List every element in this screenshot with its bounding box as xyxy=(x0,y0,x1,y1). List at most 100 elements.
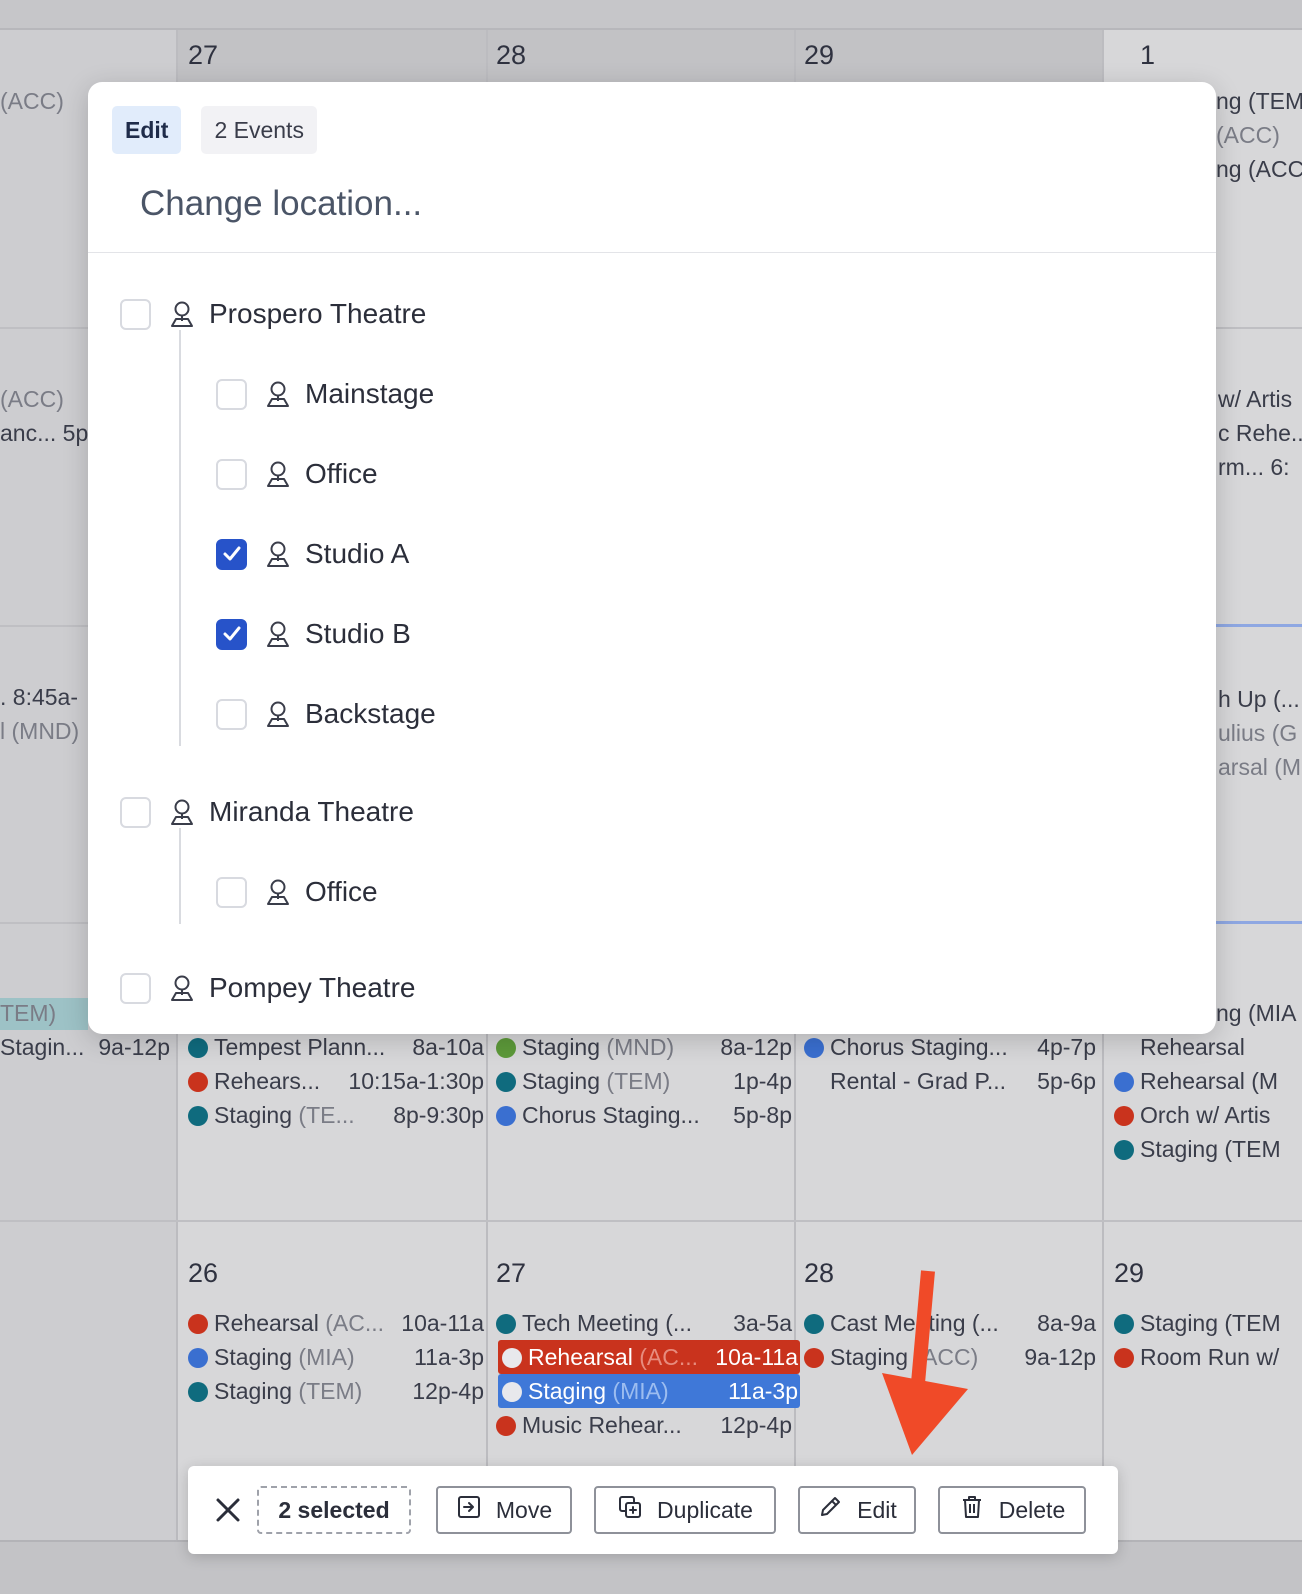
calendar-event[interactable]: Rehearsal (AC... 10a-11a xyxy=(188,1306,486,1340)
selected-event[interactable]: Staging (MIA) 11a-3p xyxy=(498,1374,800,1408)
calendar-event[interactable]: Room Run w/ xyxy=(1114,1340,1302,1374)
event-color-dot xyxy=(188,1072,208,1092)
day-number[interactable]: 28 xyxy=(804,1258,834,1289)
event-color-dot xyxy=(188,1314,208,1334)
day-number[interactable]: 29 xyxy=(1114,1258,1144,1289)
calendar-event[interactable]: (ACC) xyxy=(0,382,90,416)
move-button[interactable]: Move xyxy=(436,1486,572,1534)
calendar-event[interactable]: TEM) xyxy=(0,996,88,1030)
event-color-dot xyxy=(496,1314,516,1334)
event-color-dot xyxy=(502,1348,522,1368)
event-color-dot xyxy=(496,1072,516,1092)
location-checkbox[interactable] xyxy=(216,698,247,730)
current-time-line xyxy=(1212,624,1302,627)
location-pin-icon xyxy=(263,877,293,907)
calendar-event[interactable]: w/ Artis xyxy=(1218,382,1302,416)
calendar-event[interactable]: (ACC) xyxy=(1216,118,1302,152)
calendar-event[interactable]: Staging (TEM xyxy=(1114,1306,1302,1340)
event-color-dot xyxy=(188,1106,208,1126)
calendar-event[interactable]: ng (MIA xyxy=(1216,996,1302,1030)
location-label: Prospero Theatre xyxy=(209,298,427,329)
location-option[interactable]: Studio A xyxy=(216,534,409,574)
calendar-event[interactable]: Staging (MND) 8a-12p xyxy=(496,1030,794,1064)
location-option[interactable]: Pompey Theatre xyxy=(120,968,416,1008)
calendar-event[interactable]: Music Rehear... 12p-4p xyxy=(496,1408,794,1442)
pencil-icon xyxy=(817,1494,843,1526)
event-color-dot xyxy=(188,1382,208,1402)
duplicate-icon xyxy=(617,1494,643,1526)
location-option[interactable]: Miranda Theatre xyxy=(120,792,414,832)
calendar-event[interactable]: Orch w/ Artis xyxy=(1114,1098,1302,1132)
event-color-dot xyxy=(496,1416,516,1436)
location-label: Office xyxy=(305,458,378,489)
calendar-event[interactable]: Staging (MIA) 11a-3p xyxy=(188,1340,486,1374)
calendar-event[interactable]: Rehearsal xyxy=(1140,1030,1302,1064)
calendar-event[interactable]: ng (TEM xyxy=(1216,84,1302,118)
event-color-dot xyxy=(1114,1348,1134,1368)
location-option[interactable]: Office xyxy=(216,454,378,494)
close-icon[interactable] xyxy=(206,1488,250,1532)
delete-button[interactable]: Delete xyxy=(938,1486,1086,1534)
event-color-dot xyxy=(804,1038,824,1058)
location-checkbox[interactable] xyxy=(216,378,247,410)
calendar-event[interactable]: anc... 5p xyxy=(0,416,90,450)
calendar-header-bar xyxy=(0,0,1302,30)
day-number[interactable]: 29 xyxy=(804,40,834,71)
calendar-event[interactable]: Chorus Staging... 5p-8p xyxy=(496,1098,794,1132)
calendar-event[interactable]: l (MND) xyxy=(0,714,90,748)
calendar-event[interactable]: c Rehe... xyxy=(1218,416,1302,450)
tab-events[interactable]: 2 Events xyxy=(201,106,317,154)
location-checkbox[interactable] xyxy=(120,972,151,1004)
calendar-event[interactable]: Staging (TEM) 1p-4p xyxy=(496,1064,794,1098)
location-checkbox[interactable] xyxy=(216,618,247,650)
location-label: Studio A xyxy=(305,538,410,569)
day-number[interactable]: 26 xyxy=(188,1258,218,1289)
location-checkbox[interactable] xyxy=(216,538,247,570)
calendar-event[interactable]: Staging (TE... 8p-9:30p xyxy=(188,1098,486,1132)
day-number[interactable]: 28 xyxy=(496,40,526,71)
edit-button[interactable]: Edit xyxy=(798,1486,916,1534)
event-color-dot xyxy=(1114,1140,1134,1160)
duplicate-button[interactable]: Duplicate xyxy=(594,1486,776,1534)
calendar-event[interactable]: (ACC) xyxy=(0,84,90,118)
calendar-event[interactable]: . 8:45a- xyxy=(0,680,90,714)
location-option[interactable]: Office xyxy=(216,872,378,912)
calendar-event[interactable]: Chorus Staging... 4p-7p xyxy=(804,1030,1098,1064)
calendar-event[interactable]: Staging (TEM) 12p-4p xyxy=(188,1374,486,1408)
location-pin-icon xyxy=(167,973,197,1003)
calendar-event[interactable]: Rental - Grad P... 5p-6p xyxy=(830,1064,1098,1098)
location-label: Pompey Theatre xyxy=(209,972,416,1003)
calendar-event[interactable]: Rehearsal (M xyxy=(1114,1064,1302,1098)
calendar-event[interactable]: Tech Meeting (... 3a-5a xyxy=(496,1306,794,1340)
trash-icon xyxy=(959,1494,985,1526)
location-checkbox[interactable] xyxy=(216,458,247,490)
location-checkbox[interactable] xyxy=(120,298,151,330)
day-number[interactable]: 27 xyxy=(496,1258,526,1289)
location-option[interactable]: Mainstage xyxy=(216,374,434,414)
calendar-event[interactable]: arsal (M xyxy=(1218,750,1302,784)
day-number[interactable]: 27 xyxy=(188,40,218,71)
divider xyxy=(88,252,1216,253)
calendar-event[interactable]: ng (ACC xyxy=(1216,152,1302,186)
calendar-event[interactable]: Stagin... 9a-12p xyxy=(0,1030,172,1064)
selection-count: 2 selected xyxy=(257,1486,411,1534)
location-checkbox[interactable] xyxy=(216,876,247,908)
location-option[interactable]: Backstage xyxy=(216,694,436,734)
red-arrow-annotation xyxy=(882,1270,968,1455)
location-checkbox[interactable] xyxy=(120,796,151,828)
event-color-dot xyxy=(496,1106,516,1126)
calendar-event[interactable]: rm... 6: xyxy=(1218,450,1302,484)
duplicate-label: Duplicate xyxy=(657,1496,753,1523)
calendar-event[interactable]: Staging (TEM xyxy=(1114,1132,1302,1166)
tab-edit[interactable]: Edit xyxy=(112,106,182,154)
change-location-input[interactable] xyxy=(110,170,1196,238)
calendar-event[interactable]: Rehears... 10:15a-1:30p xyxy=(188,1064,486,1098)
location-pin-icon xyxy=(263,459,293,489)
location-option[interactable]: Studio B xyxy=(216,614,411,654)
calendar-event[interactable]: h Up (... xyxy=(1218,682,1302,716)
calendar-event[interactable]: Tempest Plann... 8a-10a xyxy=(188,1030,486,1064)
location-option[interactable]: Prospero Theatre xyxy=(120,294,426,334)
day-number[interactable]: 1 xyxy=(1140,40,1155,71)
selected-event[interactable]: Rehearsal (AC... 10a-11a xyxy=(498,1340,800,1374)
calendar-event[interactable]: ulius (G xyxy=(1218,716,1302,750)
